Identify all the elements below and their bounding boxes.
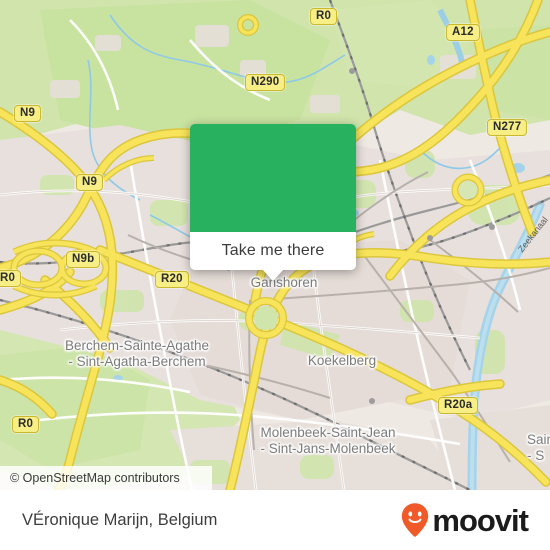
location-callout[interactable]: Take me there xyxy=(190,124,356,281)
location-title: VÉronique Marijn, Belgium xyxy=(22,510,218,529)
road-shield-n9-west[interactable]: N9 xyxy=(14,105,42,122)
road-shield-n9b[interactable]: N9b xyxy=(66,251,101,268)
take-me-there-label: Take me there xyxy=(221,242,325,259)
map-attribution-bar: © OpenStreetMap contributors xyxy=(0,466,212,490)
moovit-brand[interactable]: moovit xyxy=(400,502,529,538)
map-attribution-text[interactable]: © OpenStreetMap contributors xyxy=(0,471,180,485)
road-shield-n277[interactable]: N277 xyxy=(487,119,528,136)
road-shield-a12[interactable]: A12 xyxy=(446,24,480,41)
road-shield-r20[interactable]: R20 xyxy=(155,271,189,288)
road-shield-r20a[interactable]: R20a xyxy=(438,397,479,414)
callout-image-placeholder xyxy=(190,124,356,232)
take-me-there-button[interactable]: Take me there xyxy=(190,232,356,270)
road-shield-r0-left[interactable]: R0 xyxy=(0,270,22,287)
map-canvas[interactable]: N9 N9 N9b R0 R20 R0 R0 N290 A12 N277 R20… xyxy=(0,0,550,490)
road-shield-r0-top[interactable]: R0 xyxy=(310,8,338,25)
footer-bar: VÉronique Marijn, Belgium moovit xyxy=(0,490,550,550)
moovit-wordmark: moovit xyxy=(432,502,529,538)
callout-tail xyxy=(262,269,284,281)
road-shield-n9-mid[interactable]: N9 xyxy=(76,174,104,191)
road-shield-n290[interactable]: N290 xyxy=(245,74,286,91)
road-shield-r0-bottom[interactable]: R0 xyxy=(12,416,40,433)
moovit-map-screen: N9 N9 N9b R0 R20 R0 R0 N290 A12 N277 R20… xyxy=(0,0,550,550)
moovit-pin-icon xyxy=(400,502,430,538)
